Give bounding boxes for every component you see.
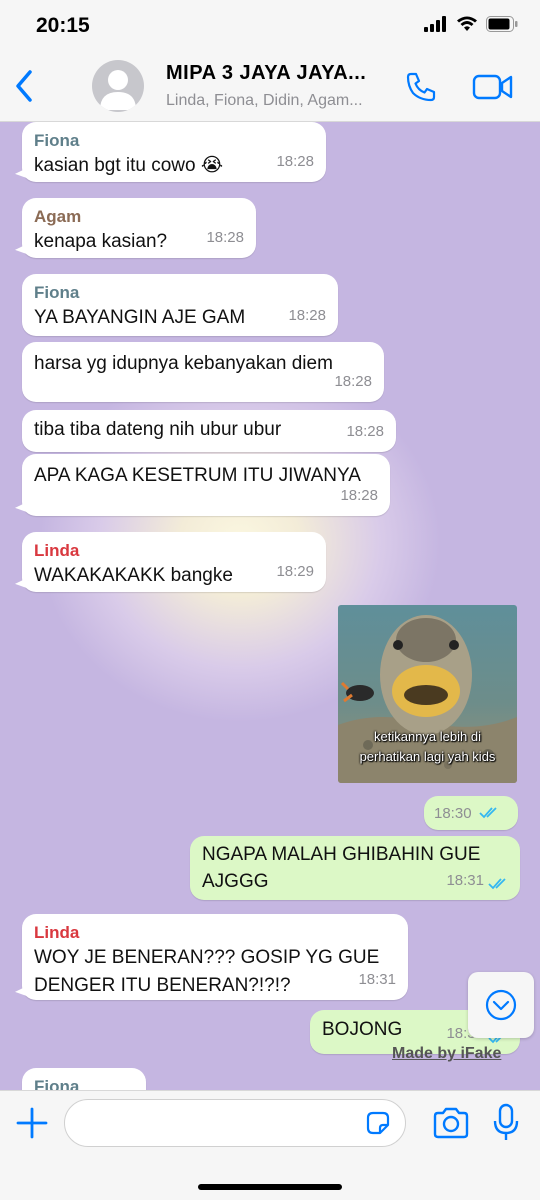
status-icons xyxy=(424,16,518,32)
group-avatar-icon xyxy=(100,70,136,110)
chat-header: MIPA 3 JAYA JAYA... Linda, Fiona, Didin,… xyxy=(0,50,540,122)
message-text-line-1: NGAPA MALAH GHIBAHIN GUE xyxy=(202,844,481,865)
back-chevron-icon[interactable] xyxy=(10,66,40,106)
image-message[interactable]: ketikannya lebih di perhatikan lagi yah … xyxy=(338,605,517,783)
message-text: APA KAGA KESETRUM ITU JIWANYA xyxy=(34,465,361,486)
plus-icon[interactable] xyxy=(14,1105,50,1141)
signal-icon xyxy=(424,16,446,32)
message-sender: Fiona xyxy=(34,1077,80,1090)
message-sender: Linda xyxy=(34,923,80,942)
message-bubble[interactable]: Fiona xyxy=(22,1068,146,1090)
message-text: WAKAKAKAKK bangke xyxy=(34,565,233,586)
message-text-line-1: WOY JE BENERAN??? GOSIP YG GUE xyxy=(34,947,380,968)
microphone-icon[interactable] xyxy=(492,1103,520,1143)
message-text: harsa yg idupnya kebanyakan diem xyxy=(34,353,333,374)
message-sender: Fiona xyxy=(34,283,80,302)
message-bubble[interactable]: Agam kenapa kasian? 18:28 xyxy=(22,198,256,258)
video-camera-icon[interactable] xyxy=(472,72,514,102)
message-time: 18:28 xyxy=(276,153,314,170)
message-text: YA BAYANGIN AJE GAM xyxy=(34,307,246,328)
message-time: 18:28 xyxy=(340,487,378,504)
phone-icon[interactable] xyxy=(404,70,438,104)
message-input[interactable] xyxy=(64,1099,406,1147)
chat-title[interactable]: MIPA 3 JAYA JAYA... xyxy=(166,62,366,85)
camera-icon[interactable] xyxy=(432,1107,470,1139)
message-bubble[interactable]: Linda WAKAKAKAKK bangke 18:29 xyxy=(22,532,326,592)
group-avatar[interactable] xyxy=(92,60,144,112)
sticker-icon[interactable] xyxy=(364,1109,392,1137)
chat-area[interactable]: Fiona kasian bgt itu cowo 😭 18:28 Agam k… xyxy=(0,122,540,1090)
message-time: 18:28 xyxy=(346,423,384,440)
message-bubble[interactable]: Fiona YA BAYANGIN AJE GAM 18:28 xyxy=(22,274,338,336)
message-sender: Linda xyxy=(34,541,80,560)
message-bubble[interactable]: harsa yg idupnya kebanyakan diem 18:28 xyxy=(22,342,384,402)
message-time: 18:31 xyxy=(358,971,396,988)
message-text-line-2: DENGER ITU BENERAN?!?!? xyxy=(34,975,291,996)
message-bubble[interactable]: Linda WOY JE BENERAN??? GOSIP YG GUE DEN… xyxy=(22,914,408,1000)
message-text: kasian bgt itu cowo 😭 xyxy=(34,155,224,176)
message-text: tiba tiba dateng nih ubur ubur xyxy=(34,419,282,440)
message-time: 18:29 xyxy=(276,563,314,580)
message-bubble[interactable]: 18:30 xyxy=(424,796,518,830)
battery-icon xyxy=(486,16,518,32)
message-bubble[interactable]: APA KAGA KESETRUM ITU JIWANYA 18:28 xyxy=(22,454,390,516)
double-check-icon xyxy=(488,878,506,890)
message-time: 18:30 xyxy=(434,805,472,822)
chat-participants[interactable]: Linda, Fiona, Didin, Agam... xyxy=(166,92,363,110)
image-caption-line-1: ketikannya lebih di xyxy=(374,729,481,744)
message-time: 18:28 xyxy=(206,229,244,246)
message-time: 18:28 xyxy=(334,373,372,390)
message-time: 18:28 xyxy=(288,307,326,324)
status-bar: 20:15 xyxy=(0,0,540,50)
watermark: Made by iFake xyxy=(392,1045,502,1062)
message-sender: Fiona xyxy=(34,131,80,150)
chevron-down-icon xyxy=(485,989,517,1021)
home-indicator xyxy=(198,1184,342,1190)
message-bubble[interactable]: Fiona kasian bgt itu cowo 😭 18:28 xyxy=(22,122,326,182)
scroll-to-bottom-button[interactable] xyxy=(468,972,534,1038)
wifi-icon xyxy=(457,16,477,31)
message-bubble[interactable]: tiba tiba dateng nih ubur ubur 18:28 xyxy=(22,410,396,452)
image-caption-line-2: perhatikan lagi yah kids xyxy=(359,749,496,764)
status-time: 20:15 xyxy=(36,14,90,37)
message-bubble[interactable]: NGAPA MALAH GHIBAHIN GUE AJGGG 18:31 xyxy=(190,836,520,900)
message-time: 18:31 xyxy=(446,872,484,889)
double-check-icon xyxy=(479,807,497,819)
